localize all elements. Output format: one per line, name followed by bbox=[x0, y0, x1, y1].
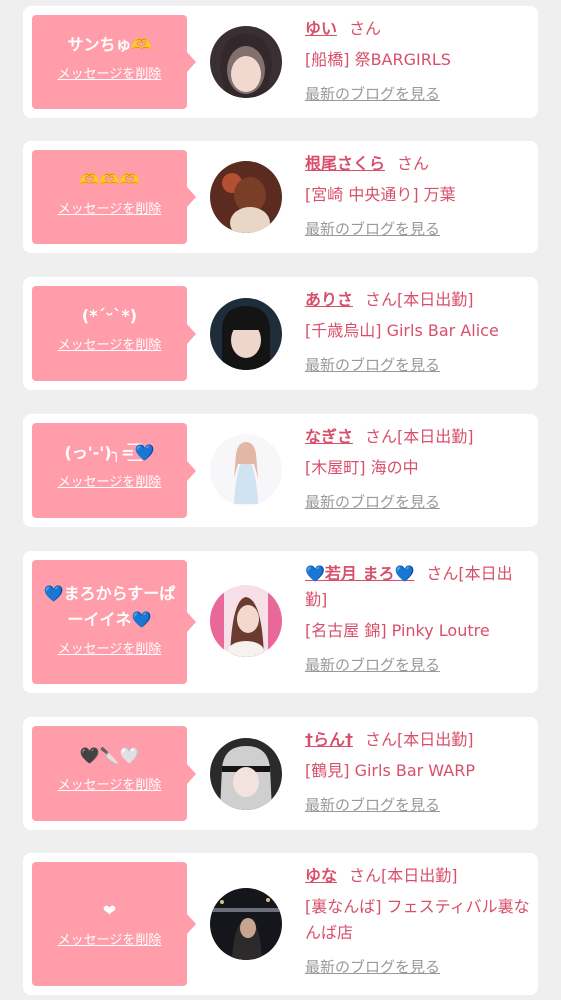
avatar[interactable] bbox=[210, 161, 282, 233]
delete-message-link[interactable]: メッセージを削除 bbox=[58, 198, 162, 217]
name-suffix: さん bbox=[349, 19, 382, 38]
message-bubble: 💙まろからすーぱーイイネ💙 メッセージを削除 bbox=[32, 560, 196, 684]
message-bubble: 🖤🔪🤍 メッセージを削除 bbox=[32, 726, 196, 821]
message-text: 🫶🫶🫶 bbox=[79, 170, 140, 189]
latest-blog-link[interactable]: 最新のブログを見る bbox=[305, 81, 440, 107]
girl-name-link[interactable]: ありさ bbox=[305, 290, 353, 309]
message-text: ❤ bbox=[102, 901, 117, 920]
message-bubble: (っ'-')╮=͟͟͞͞💙 メッセージを削除 bbox=[32, 423, 196, 518]
girl-name-link[interactable]: なぎさ bbox=[305, 427, 353, 446]
message-card: サンちゅ🫶 メッセージを削除 ゆい さん [船橋] 祭BARGIRLS 最新のブロ… bbox=[23, 6, 538, 118]
name-suffix: さん[本日出勤] bbox=[365, 730, 474, 749]
message-text: 🖤🔪🤍 bbox=[79, 746, 140, 765]
latest-blog-link[interactable]: 最新のブログを見る bbox=[305, 489, 440, 515]
message-card: 💙まろからすーぱーイイネ💙 メッセージを削除 💙若月 まろ💙 さん[本日出勤] [… bbox=[23, 551, 538, 693]
message-list: サンちゅ🫶 メッセージを削除 ゆい さん [船橋] 祭BARGIRLS 最新のブロ… bbox=[0, 0, 561, 1000]
message-text: (っ'-')╮=͟͟͞͞💙 bbox=[64, 443, 155, 462]
profile-info: 💙若月 まろ💙 さん[本日出勤] [名古屋 錦] Pinky Loutre 最新の… bbox=[305, 561, 533, 678]
girl-name-link[interactable]: ゆな bbox=[305, 866, 337, 885]
name-suffix: さん[本日出勤] bbox=[365, 290, 474, 309]
shop-location: [船橋] 祭BARGIRLS bbox=[305, 50, 451, 69]
shop-location: [宮崎 中央通り] 万葉 bbox=[305, 185, 456, 204]
girl-name-link[interactable]: 根尾さくら bbox=[305, 154, 385, 173]
girl-name-link[interactable]: †らん† bbox=[305, 730, 353, 749]
message-card: 🫶🫶🫶 メッセージを削除 根尾さくら さん [宮崎 中央通り] 万葉 最新のブログ… bbox=[23, 141, 538, 253]
girl-name-link[interactable]: ゆい bbox=[305, 19, 337, 38]
message-bubble: (*ˊᵕˋ*) メッセージを削除 bbox=[32, 286, 196, 381]
profile-info: ありさ さん[本日出勤] [千歳烏山] Girls Bar Alice 最新のブロ… bbox=[305, 287, 533, 378]
profile-info: ゆい さん [船橋] 祭BARGIRLS 最新のブログを見る bbox=[305, 16, 533, 107]
delete-message-link[interactable]: メッセージを削除 bbox=[58, 638, 162, 657]
message-card: (っ'-')╮=͟͟͞͞💙 メッセージを削除 なぎさ さん[本日出勤] [木屋町]… bbox=[23, 414, 538, 527]
shop-location: [裏なんば] フェスティバル裏なんば店 bbox=[305, 897, 530, 942]
name-suffix: さん bbox=[397, 154, 430, 173]
message-card: 🖤🔪🤍 メッセージを削除 †らん† さん[本日出勤] [鶴見] Girls Bar… bbox=[23, 717, 538, 830]
shop-location: [名古屋 錦] Pinky Loutre bbox=[305, 621, 490, 640]
delete-message-link[interactable]: メッセージを削除 bbox=[58, 929, 162, 948]
latest-blog-link[interactable]: 最新のブログを見る bbox=[305, 652, 440, 678]
message-bubble: サンちゅ🫶 メッセージを削除 bbox=[32, 15, 196, 109]
latest-blog-link[interactable]: 最新のブログを見る bbox=[305, 954, 440, 980]
message-card: (*ˊᵕˋ*) メッセージを削除 ありさ さん[本日出勤] [千歳烏山] Girl… bbox=[23, 277, 538, 390]
message-bubble: 🫶🫶🫶 メッセージを削除 bbox=[32, 150, 196, 244]
name-suffix: さん[本日出勤] bbox=[349, 866, 458, 885]
message-text: サンちゅ🫶 bbox=[67, 35, 152, 54]
avatar[interactable] bbox=[210, 888, 282, 960]
delete-message-link[interactable]: メッセージを削除 bbox=[58, 334, 162, 353]
delete-message-link[interactable]: メッセージを削除 bbox=[58, 63, 162, 82]
profile-info: 根尾さくら さん [宮崎 中央通り] 万葉 最新のブログを見る bbox=[305, 151, 533, 242]
delete-message-link[interactable]: メッセージを削除 bbox=[58, 774, 162, 793]
avatar[interactable] bbox=[210, 26, 282, 98]
shop-location: [木屋町] 海の中 bbox=[305, 458, 419, 477]
avatar[interactable] bbox=[210, 738, 282, 810]
avatar[interactable] bbox=[210, 585, 282, 657]
latest-blog-link[interactable]: 最新のブログを見る bbox=[305, 216, 440, 242]
shop-location: [千歳烏山] Girls Bar Alice bbox=[305, 321, 499, 340]
profile-info: ゆな さん[本日出勤] [裏なんば] フェスティバル裏なんば店 最新のブログを見る bbox=[305, 863, 533, 980]
latest-blog-link[interactable]: 最新のブログを見る bbox=[305, 352, 440, 378]
message-text: (*ˊᵕˋ*) bbox=[81, 306, 138, 325]
profile-info: なぎさ さん[本日出勤] [木屋町] 海の中 最新のブログを見る bbox=[305, 424, 533, 515]
message-text: 💙まろからすーぱーイイネ💙 bbox=[43, 584, 176, 629]
message-bubble: ❤ メッセージを削除 bbox=[32, 862, 196, 986]
girl-name-link[interactable]: 💙若月 まろ💙 bbox=[305, 564, 414, 583]
name-suffix: さん[本日出勤] bbox=[365, 427, 474, 446]
shop-location: [鶴見] Girls Bar WARP bbox=[305, 761, 475, 780]
avatar[interactable] bbox=[210, 434, 282, 506]
delete-message-link[interactable]: メッセージを削除 bbox=[58, 471, 162, 490]
profile-info: †らん† さん[本日出勤] [鶴見] Girls Bar WARP 最新のブログを… bbox=[305, 727, 533, 818]
avatar[interactable] bbox=[210, 298, 282, 370]
latest-blog-link[interactable]: 最新のブログを見る bbox=[305, 792, 440, 818]
message-card: ❤ メッセージを削除 ゆな さん[本日出勤] [裏なんば] フェスティバル裏なんば… bbox=[23, 853, 538, 995]
